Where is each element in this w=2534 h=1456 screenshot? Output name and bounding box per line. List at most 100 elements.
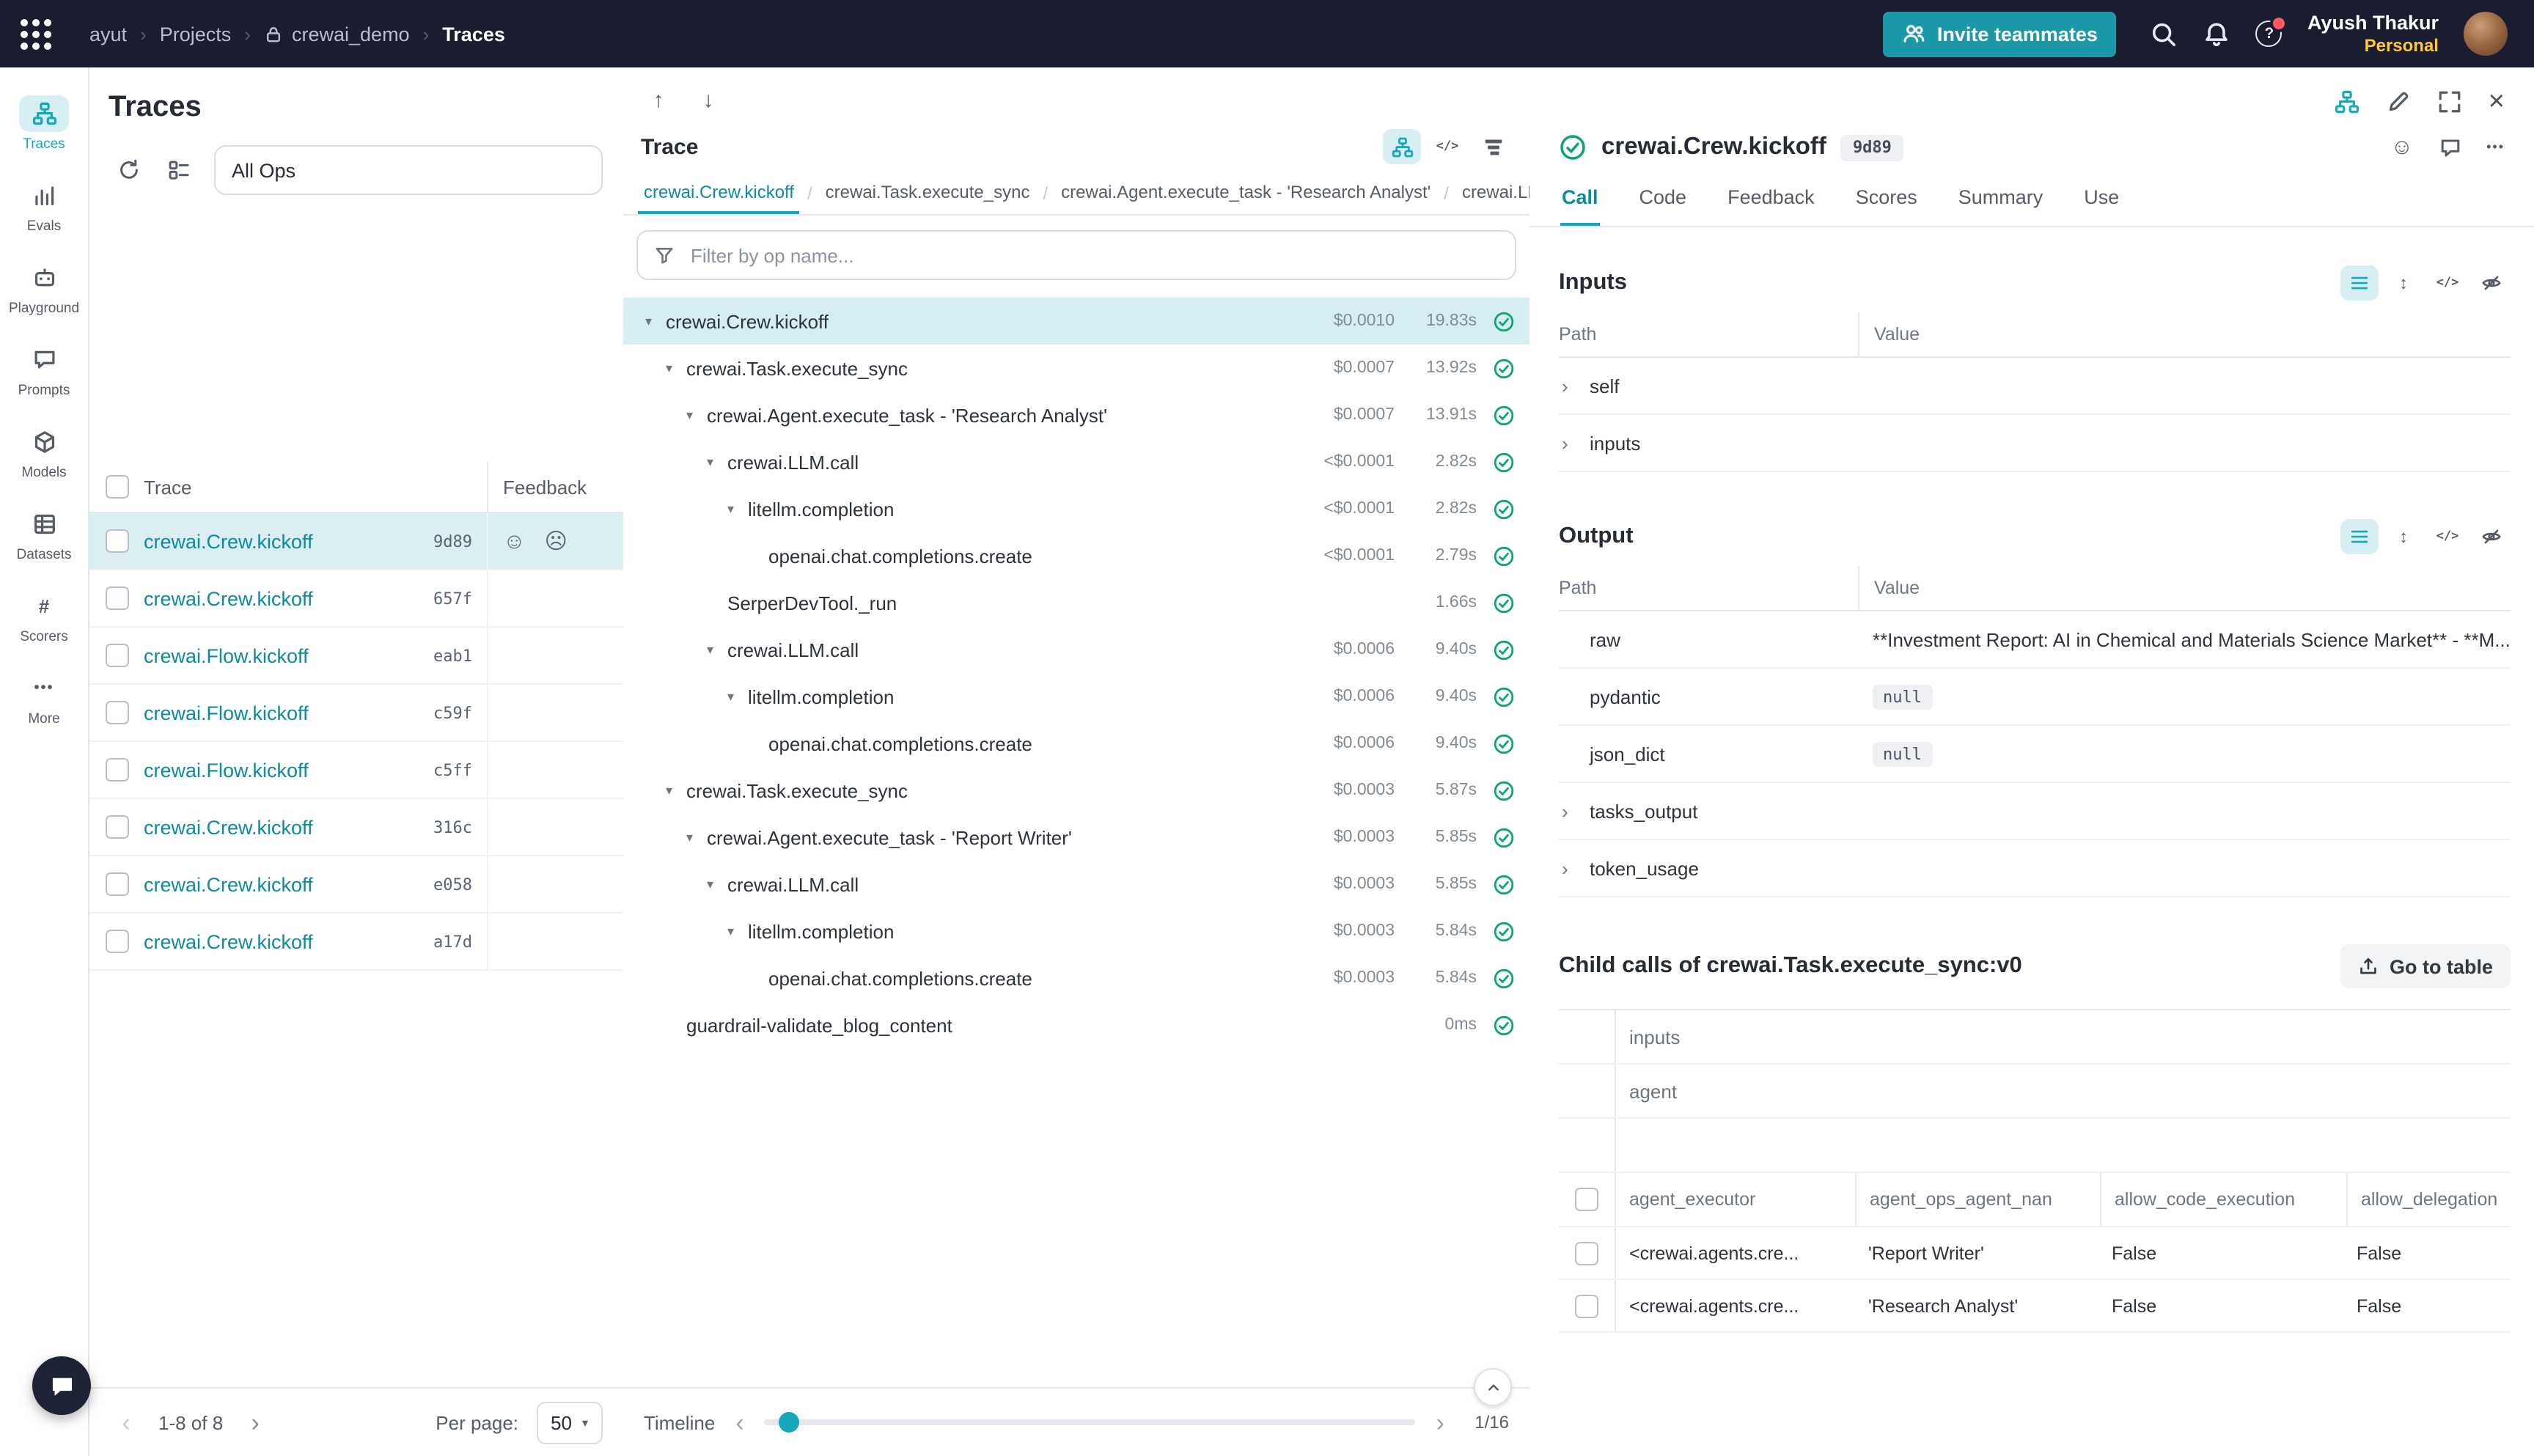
expand-all-button[interactable]: ↕ (2384, 519, 2423, 554)
user-menu[interactable]: Ayush Thakur Personal (2307, 11, 2439, 56)
tree-view-button[interactable] (1383, 129, 1421, 164)
chevron-right-icon[interactable]: › (1559, 376, 1579, 395)
trace-path-tab[interactable]: crewai.Task.execute_sync (820, 173, 1036, 214)
chevron-right-icon[interactable]: › (1559, 433, 1579, 452)
trace-op-name[interactable]: crewai.Crew.kickoff (144, 930, 313, 952)
tab-code[interactable]: Code (1638, 176, 1689, 226)
trace-tree-node[interactable]: ▾crewai.Agent.execute_task - 'Report Wri… (623, 814, 1529, 861)
refresh-button[interactable] (109, 150, 150, 191)
sidebar-item-models[interactable]: Models (1, 413, 87, 496)
trace-op-name[interactable]: crewai.Flow.kickoff (144, 702, 309, 724)
chevron-down-icon[interactable]: ▾ (727, 688, 748, 705)
json-view-button[interactable]: </> (2428, 265, 2467, 301)
trace-path-tab[interactable]: crewai.Agent.execute_task - 'Research An… (1055, 173, 1436, 214)
expand-all-button[interactable]: ↕ (2384, 265, 2423, 301)
comment-icon[interactable] (2438, 136, 2461, 159)
op-filter-input[interactable] (688, 243, 1499, 268)
trace-tree-node[interactable]: openai.chat.completions.create$0.00069.4… (623, 720, 1529, 767)
search-icon[interactable] (2151, 20, 2178, 48)
trace-path-tab[interactable]: crewai.LLM.cal (1456, 173, 1529, 214)
breadcrumb-entity[interactable]: ayut (89, 23, 127, 45)
next-call-button[interactable]: ↓ (688, 79, 729, 120)
row-checkbox[interactable] (106, 529, 129, 553)
next-page-button[interactable]: › (238, 1410, 273, 1435)
trace-path-tab[interactable]: crewai.Crew.kickoff (638, 173, 800, 214)
row-checkbox[interactable] (106, 872, 129, 896)
trace-tree-node[interactable]: openai.chat.completions.create$0.00035.8… (623, 955, 1529, 1001)
sidebar-item-evals[interactable]: Evals (1, 167, 87, 249)
trace-tree-node[interactable]: guardrail-validate_blog_content0ms (623, 1001, 1529, 1048)
timeline-next-button[interactable]: › (1431, 1410, 1450, 1435)
help-icon[interactable]: ? (2256, 21, 2283, 47)
call-id-badge[interactable]: 9d89 (1841, 134, 1903, 161)
per-page-select[interactable]: 50 ▾ (536, 1401, 603, 1444)
chevron-down-icon[interactable]: ▾ (727, 923, 748, 939)
trace-op-name[interactable]: crewai.Flow.kickoff (144, 644, 309, 666)
overflow-menu-icon[interactable]: ••• (2486, 141, 2505, 154)
chevron-right-icon[interactable]: › (1559, 801, 1579, 820)
prev-call-button[interactable]: ↑ (638, 79, 679, 120)
row-checkbox[interactable] (106, 701, 129, 724)
scroll-top-button[interactable] (1474, 1368, 1512, 1406)
row-checkbox[interactable] (106, 758, 129, 782)
fullscreen-icon[interactable] (2437, 89, 2462, 114)
expanded-view-button[interactable] (2340, 519, 2379, 554)
sidebar-item-prompts[interactable]: Prompts (1, 331, 87, 413)
tab-feedback[interactable]: Feedback (1726, 176, 1816, 226)
hide-empty-button[interactable] (2472, 519, 2511, 554)
expanded-view-button[interactable] (2340, 265, 2379, 301)
sidebar-item-scorers[interactable]: #Scorers (1, 578, 87, 660)
tab-summary[interactable]: Summary (1957, 176, 2045, 226)
tab-scores[interactable]: Scores (1854, 176, 1919, 226)
trace-op-name[interactable]: crewai.Crew.kickoff (144, 530, 313, 552)
json-view-button[interactable]: </> (2428, 519, 2467, 554)
tab-use[interactable]: Use (2082, 176, 2120, 226)
child-table-row[interactable]: <crewai.agents.cre...'Research Analyst'F… (1559, 1280, 2511, 1333)
sidebar-item-datasets[interactable]: Datasets (1, 496, 87, 578)
row-checkbox[interactable] (106, 644, 129, 667)
trace-tree-node[interactable]: ▾litellm.completion$0.00069.40s (623, 673, 1529, 720)
chevron-down-icon[interactable]: ▾ (666, 360, 686, 376)
chevron-down-icon[interactable]: ▾ (686, 829, 707, 845)
table-row[interactable]: crewai.Crew.kickoff316c (88, 799, 623, 856)
chevron-down-icon[interactable]: ▾ (707, 641, 727, 658)
trace-tree-node[interactable]: ▾crewai.LLM.call$0.00069.40s (623, 626, 1529, 673)
chevron-down-icon[interactable]: ▾ (727, 501, 748, 517)
timeline-prev-button[interactable]: ‹ (730, 1410, 749, 1435)
smiley-icon[interactable]: ☺ (503, 529, 526, 554)
trace-tree-node[interactable]: ▾crewai.Task.execute_sync$0.000713.92s (623, 345, 1529, 391)
table-row[interactable]: crewai.Crew.kickoffe058 (88, 856, 623, 913)
trace-op-name[interactable]: crewai.Flow.kickoff (144, 759, 309, 781)
row-checkbox[interactable] (106, 930, 129, 953)
trace-op-name[interactable]: crewai.Crew.kickoff (144, 816, 313, 838)
row-checkbox[interactable] (106, 587, 129, 610)
prev-page-button[interactable]: ‹ (109, 1410, 144, 1435)
timeline-slider-handle[interactable] (779, 1412, 800, 1433)
go-to-table-button[interactable]: Go to table (2340, 944, 2511, 988)
table-row[interactable]: crewai.Crew.kickoffa17d (88, 913, 623, 971)
ops-filter-dropdown[interactable]: All Ops (214, 145, 603, 195)
chevron-down-icon[interactable]: ▾ (666, 782, 686, 798)
row-checkbox[interactable] (106, 815, 129, 839)
row-checkbox[interactable] (1575, 1241, 1598, 1265)
table-row[interactable]: crewai.Crew.kickoff9d89☺☹ (88, 513, 623, 570)
chevron-down-icon[interactable]: ▾ (645, 313, 666, 329)
hide-empty-button[interactable] (2472, 265, 2511, 301)
table-row[interactable]: crewai.Flow.kickoffeab1 (88, 628, 623, 685)
invite-teammates-button[interactable]: Invite teammates (1883, 11, 2117, 56)
child-table-row[interactable]: <crewai.agents.cre...'Report Writer'Fals… (1559, 1227, 2511, 1280)
chevron-down-icon[interactable]: ▾ (707, 454, 727, 470)
chevron-down-icon[interactable]: ▾ (707, 876, 727, 892)
close-icon[interactable]: × (2489, 88, 2505, 116)
table-row[interactable]: crewai.Flow.kickoffc5ff (88, 742, 623, 799)
flame-view-button[interactable] (1474, 129, 1512, 164)
trace-tree-node[interactable]: ▾crewai.Crew.kickoff$0.001019.83s (623, 298, 1529, 345)
trace-tree-node[interactable]: ▾crewai.Agent.execute_task - 'Research A… (623, 391, 1529, 438)
code-view-button[interactable]: </> (1428, 129, 1466, 164)
tab-call[interactable]: Call (1560, 176, 1600, 226)
breadcrumb-project[interactable]: crewai_demo (264, 23, 410, 45)
frown-icon[interactable]: ☹ (545, 528, 568, 554)
avatar[interactable] (2464, 12, 2508, 56)
table-row[interactable]: crewai.Crew.kickoff657f (88, 570, 623, 628)
sidebar-item-more[interactable]: •••More (1, 660, 87, 742)
